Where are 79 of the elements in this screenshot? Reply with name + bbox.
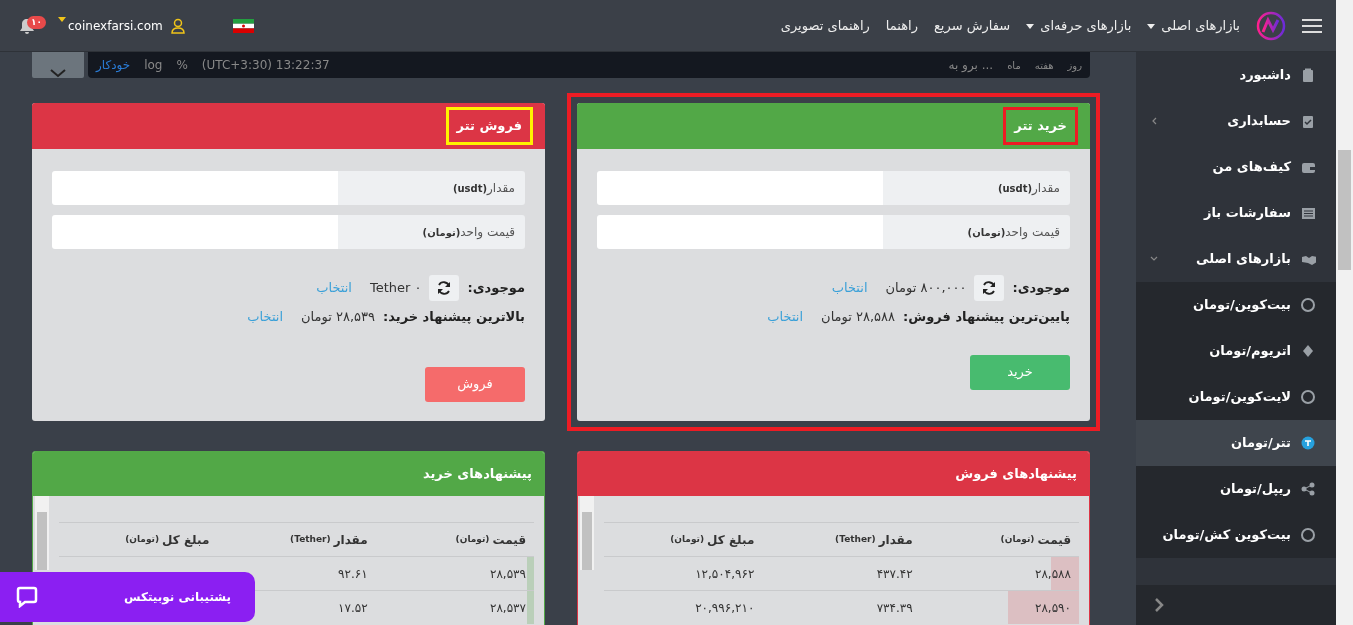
- toolbar-option[interactable]: خودکار: [96, 56, 131, 74]
- nav-menu-item[interactable]: بازارهای حرفه‌ای: [1026, 15, 1132, 36]
- table-cell-text: ۴۳۷.۴۲: [876, 565, 913, 583]
- list-icon: [1301, 205, 1316, 221]
- nav-menu-item[interactable]: بازارهای اصلی: [1147, 15, 1240, 36]
- chart-collapse-button[interactable]: [32, 52, 84, 78]
- table-cell-text: ۱۷.۵۲: [338, 599, 368, 617]
- sidebar-item[interactable]: بازارهای اصلی: [1136, 236, 1336, 282]
- column-header: مبلغ کل (تومان): [124, 531, 211, 549]
- nav-menu-item[interactable]: سفارش سریع: [933, 15, 1011, 36]
- nodes-icon: [1301, 481, 1316, 497]
- refresh-icon: [981, 280, 998, 296]
- table-cell-text: ۲۸,۵۸۸: [1034, 565, 1071, 583]
- nav-menu-item[interactable]: راهنمای تصویری: [780, 15, 870, 36]
- table-cell-text: ۲۸,۵۳۷: [489, 599, 526, 617]
- sidebar-item[interactable]: بیت‌کوین کش/تومان: [1136, 512, 1336, 558]
- refresh-button[interactable]: [974, 275, 1005, 301]
- goto-link[interactable]: برو به ...: [948, 56, 994, 74]
- toolbar-option[interactable]: %: [176, 56, 188, 74]
- notification-badge: ۱۰: [27, 16, 46, 30]
- chevron-icon: [1150, 255, 1158, 263]
- sidebar-item[interactable]: لایت‌کوین/تومان: [1136, 374, 1336, 420]
- table-cell-text: ۱۲,۵۰۴,۹۶۲: [695, 565, 755, 583]
- column-header: قیمت (تومان): [454, 531, 527, 549]
- diamond-icon: [1301, 343, 1316, 359]
- period-option[interactable]: روز: [1067, 57, 1082, 73]
- period-option[interactable]: هفته: [1034, 57, 1054, 73]
- coin-icon: [1301, 389, 1316, 405]
- period-option[interactable]: ماه: [1007, 57, 1021, 73]
- sidebar-item[interactable]: کیف‌های من: [1136, 144, 1336, 190]
- table-cell-text: ۲۸,۵۳۹: [489, 565, 526, 583]
- table-cell-text: ۷۳۴.۳۹: [876, 599, 913, 617]
- sidebar-item[interactable]: بیت‌کوین/تومان: [1136, 282, 1336, 328]
- sidebar-item[interactable]: سفارشات باز: [1136, 190, 1336, 236]
- coin-icon: [1301, 297, 1316, 313]
- sidebar-item[interactable]: تتر/تومان: [1136, 420, 1336, 466]
- column-header: مبلغ کل (تومان): [669, 531, 756, 549]
- balance-value: ۰ Tether: [369, 279, 422, 298]
- card-title: فروش تتر: [456, 118, 522, 134]
- sidebar-item[interactable]: ریپل/تومان: [1136, 466, 1336, 512]
- account-menu[interactable]: coinexfarsi.com: [58, 16, 163, 35]
- best-offer-value: ۲۸,۵۸۸ تومان: [821, 308, 896, 327]
- chart-time: (UTC+3:30) 13:22:37: [201, 57, 330, 74]
- scrollbar[interactable]: [35, 496, 49, 570]
- flag-icon[interactable]: [232, 18, 254, 33]
- best-offer-label: پایین‌ترین پیشنهاد فروش:: [903, 308, 1070, 326]
- sidebar-item[interactable]: حسابداری: [1136, 98, 1336, 144]
- refresh-button[interactable]: [429, 275, 460, 301]
- clipboard-icon: [1301, 67, 1316, 83]
- balance-value: ۸۰۰,۰۰۰ تومان: [885, 279, 967, 298]
- card-title: پیشنهادهای خرید: [33, 452, 544, 496]
- refresh-icon: [436, 280, 453, 296]
- chevron-right-icon[interactable]: [1154, 598, 1164, 612]
- column-header: قیمت (تومان): [999, 531, 1072, 549]
- table-cell-text: ۲۸,۵۹۰: [1034, 599, 1071, 617]
- user-icon[interactable]: [170, 17, 185, 34]
- nav-menu-item[interactable]: راهنما: [885, 15, 918, 36]
- card-title: خرید تتر: [1014, 118, 1067, 134]
- logo-icon[interactable]: [1256, 10, 1286, 41]
- sidebar-item[interactable]: داشبورد: [1136, 52, 1336, 98]
- tether-coin-icon: [1301, 435, 1316, 451]
- scrollbar[interactable]: [580, 496, 594, 570]
- menu-icon[interactable]: [1302, 17, 1322, 34]
- sidebar-item[interactable]: اتریوم/تومان: [1136, 328, 1336, 374]
- clipboard-check-icon: [1301, 113, 1316, 129]
- balance-label: موجودی:: [467, 279, 525, 298]
- card-title: پیشنهادهای فروش: [578, 452, 1089, 496]
- toolbar-option[interactable]: log: [144, 56, 163, 74]
- table-cell-text: ۹۲.۶۱: [338, 565, 368, 583]
- best-offer-value: ۲۸,۵۳۹ تومان: [301, 308, 376, 327]
- chevron-down-icon: [49, 68, 67, 78]
- coin-icon: [1301, 527, 1316, 543]
- table-cell-text: ۲۰,۹۹۶,۲۱۰: [695, 599, 755, 617]
- best-offer-label: بالاترین پیشنهاد خرید:: [383, 308, 525, 326]
- scrollbar[interactable]: [1336, 0, 1353, 625]
- support-chat-button[interactable]: پشتیبانی نوبیتکس: [0, 572, 255, 622]
- chevron-icon: [1150, 117, 1158, 125]
- balance-label: موجودی:: [1012, 279, 1070, 298]
- chat-icon: [16, 586, 38, 608]
